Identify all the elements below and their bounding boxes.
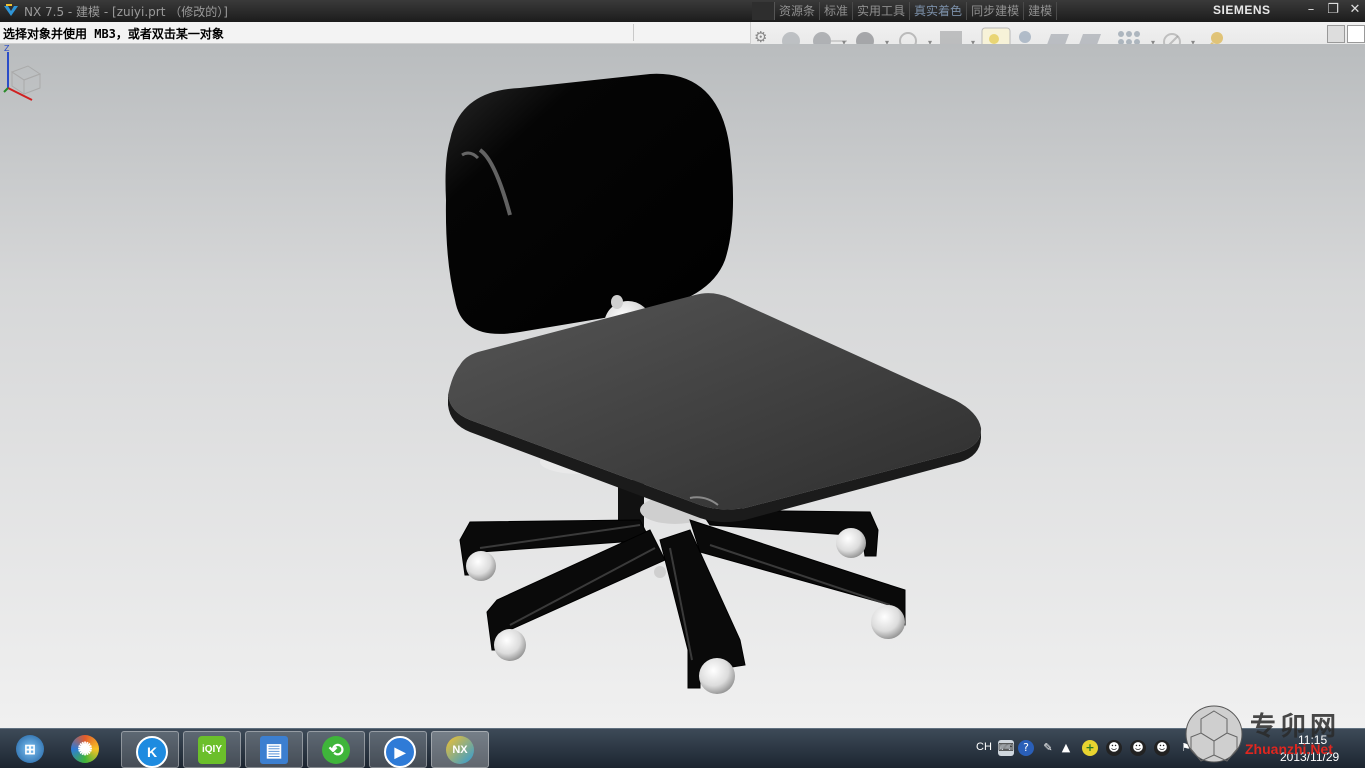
menu-modeling[interactable]: 建模 xyxy=(1024,2,1058,20)
caster-wheel xyxy=(699,658,735,694)
graphics-viewport[interactable]: Z xyxy=(0,44,1365,728)
taskbar-app-refresh[interactable]: ⟲ xyxy=(307,731,365,768)
cue-text: 选择对象并使用 MB3，或者双击某一对象 xyxy=(3,27,224,41)
minimize-button[interactable]: – xyxy=(1302,2,1320,18)
windows-logo-icon: ⊞ xyxy=(16,735,44,763)
green-refresh-icon: ⟲ xyxy=(322,736,350,764)
cue-divider xyxy=(633,24,634,41)
kugou-icon: K xyxy=(136,736,168,768)
taskbar-app-media-player[interactable]: ▶ xyxy=(369,731,427,768)
media-player-icon: ▶ xyxy=(384,736,416,768)
caster-wheel xyxy=(466,551,496,581)
figure-icon xyxy=(1019,31,1031,43)
menu-synchronous-modeling[interactable]: 同步建模 xyxy=(967,2,1025,20)
panel-expand-button[interactable] xyxy=(1347,25,1365,43)
chair-backrest xyxy=(445,73,734,334)
caster-wheel xyxy=(494,629,526,661)
show-hidden-icons[interactable]: ▲ xyxy=(1058,740,1074,756)
qq-icon[interactable]: ☻ xyxy=(1130,740,1146,756)
caster-wheel xyxy=(871,605,905,639)
close-button[interactable]: ✕ xyxy=(1346,2,1364,18)
help-icon[interactable]: ? xyxy=(1018,740,1034,756)
watermark-text: 专卯网 xyxy=(1250,712,1341,742)
iqiyi-icon: iQIY xyxy=(198,736,226,764)
taskbar-app-kugou[interactable]: K xyxy=(121,731,179,768)
watermark-url: Zhuanzhi.Net xyxy=(1245,741,1333,757)
menu-handle-icon[interactable] xyxy=(752,2,775,20)
taskbar-app-pinwheel[interactable]: ✺ xyxy=(57,731,113,766)
menu-standard[interactable]: 标准 xyxy=(820,2,854,20)
menu-resource-bar[interactable]: 资源条 xyxy=(775,2,821,20)
start-button[interactable]: ⊞ xyxy=(2,731,58,766)
language-indicator[interactable]: CH xyxy=(976,741,992,753)
taskbar-app-iqiyi[interactable]: iQIY xyxy=(183,731,241,768)
qq-icon[interactable]: ☻ xyxy=(1106,740,1122,756)
taskbar-app-explorer[interactable]: ▤ xyxy=(245,731,303,768)
windows-taskbar: ⊞ ✺ K iQIY ▤ ⟲ ▶ NX CH ⌨ ? ✎ ▲ + ☻ ☻ ☻ ⚑… xyxy=(0,728,1365,768)
pinwheel-icon: ✺ xyxy=(71,735,99,763)
add-icon[interactable]: + xyxy=(1082,740,1098,756)
chair-model[interactable] xyxy=(0,44,1365,728)
view-triad[interactable]: Z xyxy=(0,44,46,106)
z-axis-label: Z xyxy=(4,44,10,53)
keyboard-icon[interactable]: ⌨ xyxy=(998,740,1014,756)
window-title: NX 7.5 - 建模 - [zuiyi.prt （修改的）] xyxy=(24,5,228,19)
nx-icon: NX xyxy=(446,736,474,764)
panel-toggle-button[interactable] xyxy=(1327,25,1345,43)
brand-logo: SIEMENS xyxy=(1213,3,1271,17)
caster-wheel xyxy=(836,528,866,558)
qq-icon[interactable]: ☻ xyxy=(1154,740,1170,756)
key-icon xyxy=(1211,32,1223,44)
x-axis xyxy=(7,87,33,101)
nx-app-icon[interactable] xyxy=(3,3,19,19)
menu-bar: 资源条 标准 实用工具 真实着色 同步建模 建模 xyxy=(752,2,1058,20)
y-axis xyxy=(3,87,9,93)
menu-true-shading[interactable]: 真实着色 xyxy=(910,2,968,20)
taskbar-app-nx[interactable]: NX xyxy=(431,731,489,768)
title-bar: NX 7.5 - 建模 - [zuiyi.prt （修改的）] 资源条 标准 实… xyxy=(0,0,1365,22)
menu-utilities[interactable]: 实用工具 xyxy=(853,2,911,20)
explorer-icon: ▤ xyxy=(260,736,288,764)
restore-button[interactable]: ❐ xyxy=(1324,2,1342,18)
pen-icon[interactable]: ✎ xyxy=(1040,740,1056,756)
